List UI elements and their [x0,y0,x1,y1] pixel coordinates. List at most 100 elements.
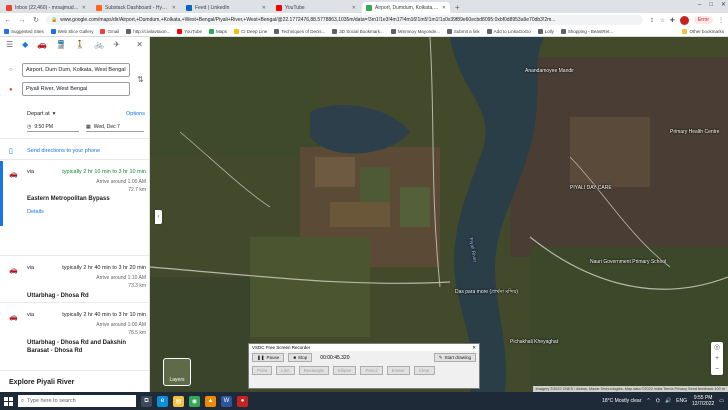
pause-button[interactable]: ❚❚ Pause [252,353,285,362]
new-tab-button[interactable]: + [450,2,465,13]
satellite-map[interactable]: Piyali River Das para more (প্রার্থনা মন… [150,37,728,392]
map-label-das-para[interactable]: Das para more (প্রার্থনা মন্দির) [455,289,518,297]
bookmark-item[interactable]: 3D Social Bookmark... [332,29,384,34]
network-icon[interactable]: ⌬ [656,398,660,404]
reload-icon[interactable]: ↻ [32,16,40,24]
best-route-icon[interactable]: ◆ [22,40,28,49]
swap-icon[interactable]: ⇅ [137,75,144,84]
zoom-out-button[interactable]: − [715,364,719,375]
draw-tool-eraser[interactable]: Eraser [386,366,410,375]
notification-icon[interactable]: ▭ [719,398,724,404]
share-icon[interactable]: ⇪ [649,17,654,24]
map-label-school[interactable]: Nauri Government Primary School [590,259,666,265]
draw-tool-line[interactable]: Line [276,366,295,375]
route-option-2[interactable]: 🚗 via typically 2 hr 40 min to 3 hr 20 m… [0,259,149,307]
bookmark-item[interactable]: YouTube [177,29,202,34]
close-tab-icon[interactable]: ✕ [442,5,446,11]
options-link[interactable]: Options [126,111,145,117]
browser-tab[interactable]: Airport, Dumdum, Kolkata, West...✕ [362,2,450,13]
map-label-health-centre[interactable]: Primary Health Centre [670,129,719,135]
bookmark-item[interactable]: Maps [208,29,227,34]
map-label-mandir[interactable]: Anandamoyee Mandir [525,68,574,74]
draw-tool-point[interactable]: Point [252,366,273,375]
bookmark-item[interactable]: CI Deep Line [233,29,267,34]
close-window-button[interactable]: ✕ [721,0,726,10]
volume-icon[interactable]: 🔊 [665,398,671,404]
windows-start-icon[interactable] [4,396,13,406]
close-tab-icon[interactable]: ✕ [172,5,176,11]
destination-field[interactable]: Piyali River, West Bengal [22,82,130,96]
browser-tab[interactable]: YouTube ✕ [272,2,360,13]
taskbar-search[interactable]: ⌕ Type here to search [18,395,136,407]
task-view-icon[interactable]: ⧉ [141,395,152,407]
recorder-title-bar: VSDC Free Screen Recorder ✕ [249,344,479,351]
route-option-3[interactable]: 🚗 via typically 2 hr 40 min to 3 hr 10 m… [0,306,149,368]
weather-widget[interactable]: 18°C Mostly clear [602,398,641,404]
close-tab-icon[interactable]: ✕ [82,5,86,11]
word-icon[interactable]: W [221,395,232,407]
close-tab-icon[interactable]: ✕ [352,5,356,11]
menu-kebab-icon[interactable]: ⋮ [718,17,724,24]
map-label-day-care[interactable]: PIYALI DAY CARE [570,185,612,191]
chrome-icon[interactable]: ◉ [189,395,200,407]
map-label-khoyaghat[interactable]: Pichakhali Kheyaghat [510,339,558,345]
time-picker[interactable]: ◷ 9:50 PM [27,122,79,132]
depart-at-dropdown[interactable]: Depart at ▾ [27,111,55,117]
tab-favicon-icon [366,4,372,11]
menu-icon[interactable]: ☰ [6,40,13,49]
origin-field[interactable]: Airport, Dum Dum, Kolkata, West Bengal [22,63,130,77]
my-location-icon[interactable]: ◎ [714,342,720,353]
draw-tool-clear[interactable]: Clear [413,366,435,375]
date-picker[interactable]: ▦ Wed, Dec 7 [86,122,144,132]
browser-tab[interactable]: Substack Dashboard - HydroGo ✕ [92,2,180,13]
bookmark-item[interactable]: Lolly [537,29,554,34]
recorder-icon[interactable]: ● [237,395,248,407]
close-icon[interactable]: ✕ [472,345,476,351]
profile-error-badge[interactable]: Error [693,16,713,24]
draw-tool-pencil[interactable]: Pencil [360,366,383,375]
minimize-button[interactable]: – [698,0,701,10]
bookmark-item[interactable]: http://civilavtaion... [126,29,170,34]
url-bar[interactable]: 🔒 www.google.com/maps/dir/Airport,+Dumdu… [46,15,644,25]
bookmark-item[interactable]: Add to LinkaGoGo [486,29,531,34]
vlc-icon[interactable]: ▲ [205,395,216,407]
collapse-panel-button[interactable]: ‹ [155,210,162,224]
route-details-link[interactable]: Details [27,209,44,215]
bookmark-item[interactable]: Web Slice Gallery [50,29,93,34]
car-icon[interactable]: 🚗 [37,40,47,49]
back-icon[interactable]: ← [4,17,12,24]
draw-tool-ellipse[interactable]: Ellipse [333,366,357,375]
send-to-phone-link[interactable]: Send directions to your phone [27,148,100,154]
other-bookmarks[interactable]: Other bookmarks [682,29,724,34]
zoom-in-button[interactable]: + [715,353,719,364]
avatar[interactable] [679,15,689,25]
bookmark-item[interactable]: Mmmnoy Mayonde... [390,29,440,34]
forward-icon[interactable]: → [18,17,26,24]
walk-icon[interactable]: 🚶 [75,40,85,49]
bicycle-icon[interactable]: 🚲 [94,40,104,49]
taskbar-clock[interactable]: 9:55 PM 12/7/2022 [692,395,714,407]
flight-icon[interactable]: ✈ [113,40,120,49]
bookmark-item[interactable]: Submit a link [446,29,480,34]
file-explorer-icon[interactable]: ▤ [173,395,184,407]
route-option-1[interactable]: 🚗 via typically 2 hr 10 min to 3 hr 10 m… [0,163,149,225]
language-indicator[interactable]: ENG [676,398,687,404]
maximize-button[interactable]: □ [709,0,713,10]
bookmark-item[interactable]: Suggested Sites [4,29,44,34]
bookmark-star-icon[interactable]: ☆ [659,17,664,24]
start-drawing-button[interactable]: ✎ Start drawing [433,353,476,362]
up-arrow-icon[interactable]: ⌃ [646,398,650,404]
layers-button[interactable]: Layers [163,358,191,386]
draw-tool-rectangle[interactable]: Rectangle [298,366,330,375]
close-tab-icon[interactable]: ✕ [262,5,266,11]
edge-icon[interactable]: e [157,395,168,407]
stop-button[interactable]: ■ Stop [288,353,313,362]
close-icon[interactable]: ✕ [136,40,143,49]
bookmark-item[interactable]: Techniques of Decis... [274,29,325,34]
browser-tab[interactable]: Inbox (22,460) - mrsajmuddin15@...✕ [2,2,90,13]
bookmark-item[interactable]: Gmail [100,29,119,34]
bookmark-item[interactable]: Shopping - BeastRet... [560,29,613,34]
extensions-icon[interactable]: ✚ [670,17,675,24]
browser-tab[interactable]: Feed | LinkedIn ✕ [182,2,270,13]
transit-icon[interactable]: 🚆 [56,40,66,49]
